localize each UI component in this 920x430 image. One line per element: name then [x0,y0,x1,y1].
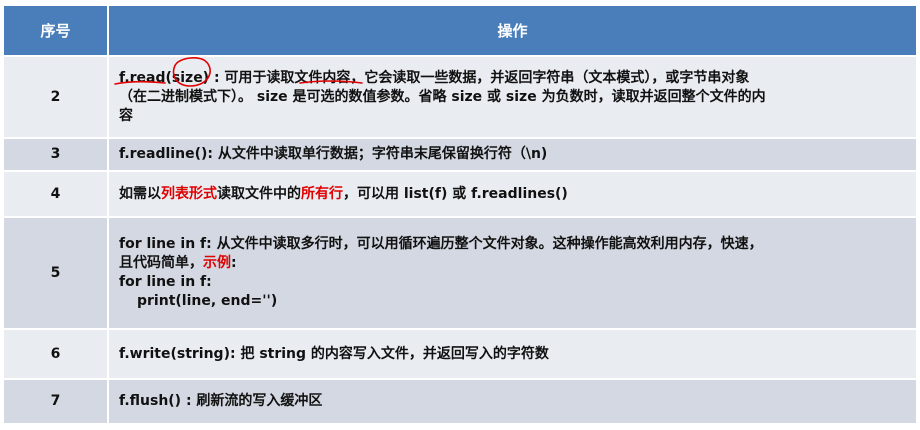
desc-text: 如需以 [119,185,161,202]
desc-text: ，可以用 list(f) 或 f.readlines() [343,185,568,202]
highlight-text: 所有行 [301,185,343,202]
desc-text: 读取文件中的 [217,185,301,202]
row-number: 6 [4,328,109,379]
table-row: 3 f.readline(): 从文件中读取单行数据；字符串末尾保留换行符（\n… [4,137,916,171]
header-col-operation: 操作 [108,6,916,56]
row-description: 如需以列表形式读取文件中的所有行，可以用 list(f) 或 f.readlin… [108,170,916,217]
desc-line: 容 [119,107,133,124]
highlight-text: 示例 [203,255,231,271]
code-line: print(line, end='') [137,293,278,309]
slide: 序号 操作 2 f.read(size) : 可用于读取文件内容，它会读取一些数… [0,0,920,430]
table-row: 2 f.read(size) : 可用于读取文件内容，它会读取一些数据，并返回字… [4,55,916,138]
row-number: 4 [4,170,109,217]
row-description: f.read(size) : 可用于读取文件内容，它会读取一些数据，并返回字符串… [108,55,916,138]
desc-text: : [231,255,237,271]
row-number: 7 [4,378,109,423]
row-description: f.flush() : 刷新流的写入缓冲区 [108,378,916,423]
row-description: f.readline(): 从文件中读取单行数据；字符串末尾保留换行符（\n) [108,137,916,171]
desc-text: 且代码简单， [119,255,203,271]
highlight-text: 列表形式 [161,185,217,202]
row-description: f.write(string): 把 string 的内容写入文件，并返回写入的… [108,328,916,379]
code-line: for line in f: [119,274,212,290]
file-methods-table: 序号 操作 2 f.read(size) : 可用于读取文件内容，它会读取一些数… [4,6,916,423]
header-col-number: 序号 [4,6,109,56]
table-row: 7 f.flush() : 刷新流的写入缓冲区 [4,378,916,423]
row-number: 2 [4,55,109,138]
table-row: 4 如需以列表形式读取文件中的所有行，可以用 list(f) 或 f.readl… [4,170,916,217]
desc-line: （在二进制模式下）。 size 是可选的数值参数。省略 size 或 size … [119,88,766,105]
desc-line: f.read(size) : 可用于读取文件内容，它会读取一些数据，并返回字符串… [119,69,750,86]
row-number: 3 [4,137,109,171]
desc-line: for line in f: 从文件中读取多行时，可以用循环遍历整个文件对象。这… [119,236,763,252]
table-header-row: 序号 操作 [4,6,916,56]
row-number: 5 [4,216,109,329]
table-row: 5 for line in f: 从文件中读取多行时，可以用循环遍历整个文件对象… [4,216,916,329]
table-row: 6 f.write(string): 把 string 的内容写入文件，并返回写… [4,328,916,379]
desc-line: 且代码简单，示例: [119,254,908,273]
row-description: for line in f: 从文件中读取多行时，可以用循环遍历整个文件对象。这… [108,216,916,329]
